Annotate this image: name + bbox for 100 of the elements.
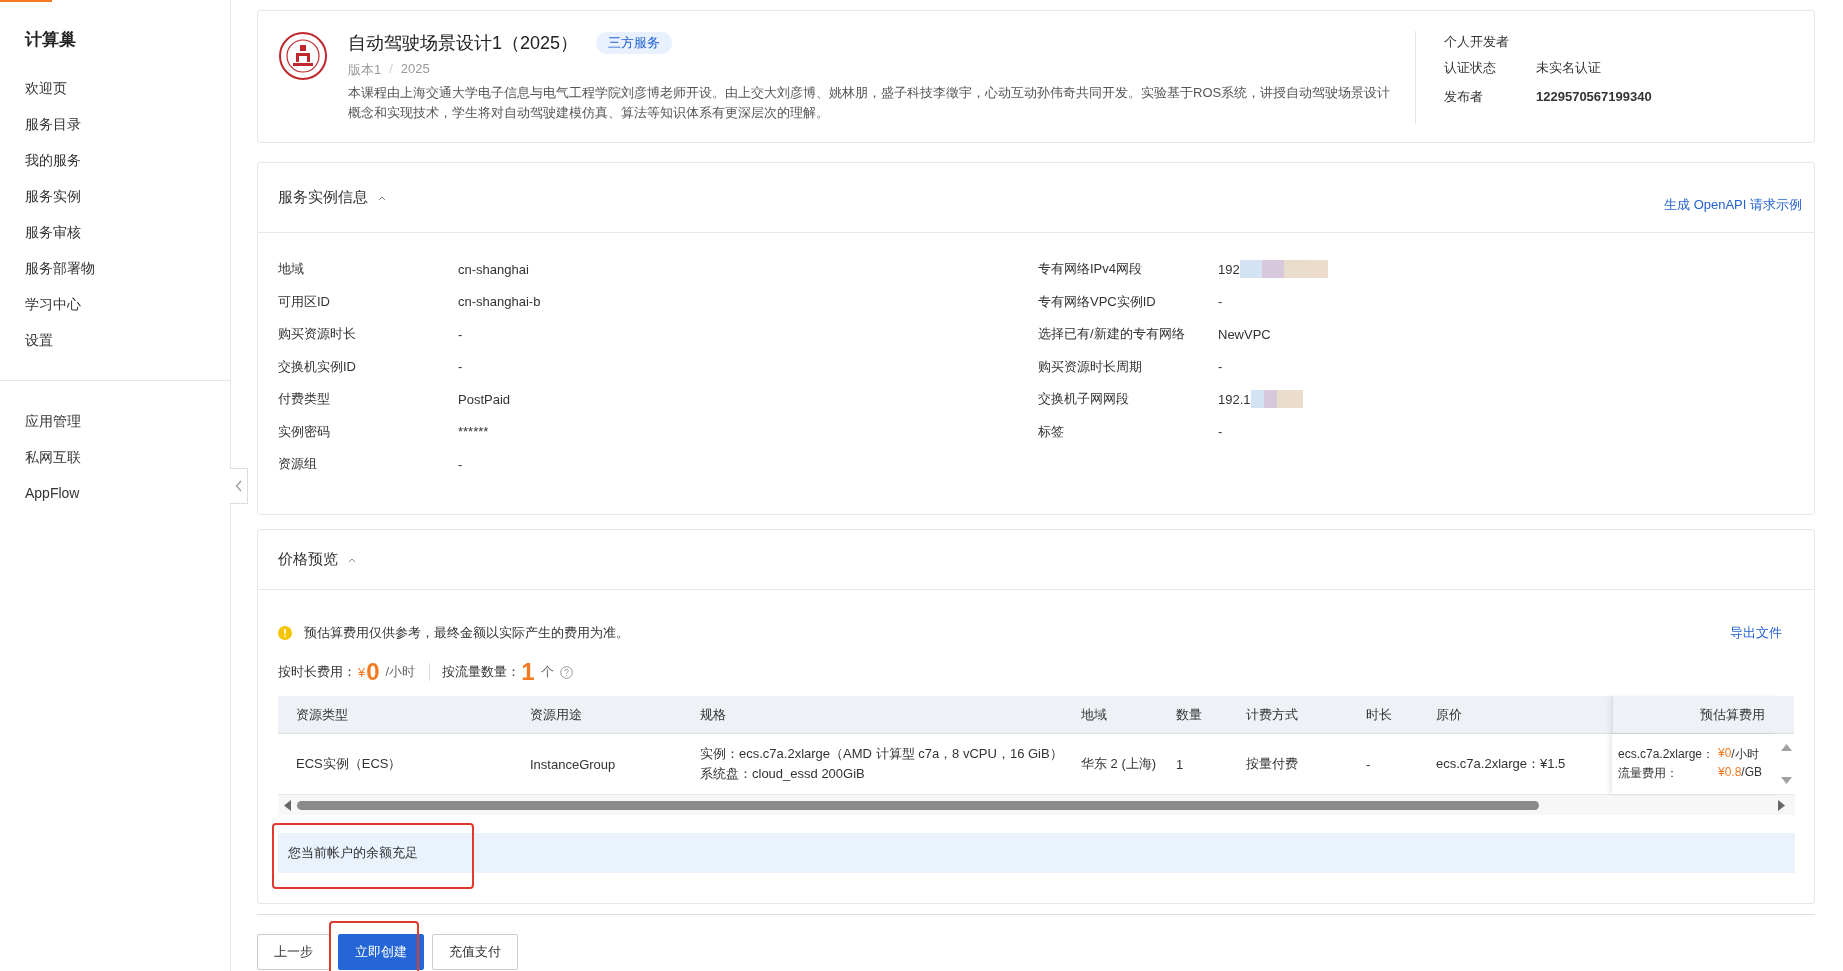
info-label: 资源组 bbox=[278, 455, 318, 474]
service-description: 本课程由上海交通大学电子信息与电气工程学院刘彦博老师开设。由上交大刘彦博、姚林朋，盛子科技李徵宇，心动互动孙伟奇共同开发。实验基于ROS系统，讲授自动驾驶场景设计概念和实现技术，学生将对自动驾驶建模仿真、算法等知识体系有更深层次的理解。 bbox=[348, 84, 1392, 122]
column-header: 规格 bbox=[699, 705, 727, 724]
balance-notice: 您当前帐户的余额充足 bbox=[278, 833, 1795, 873]
info-label: 专有网络VPC实例ID bbox=[1038, 292, 1157, 311]
estimate-unit: /GB bbox=[1741, 765, 1763, 781]
count-unit: 个 bbox=[540, 663, 554, 681]
field-value: 1229570567199340 bbox=[1536, 89, 1652, 104]
sidebar-item[interactable]: 服务实例 bbox=[0, 178, 230, 214]
sidebar-item[interactable]: 应用管理 bbox=[0, 403, 230, 439]
info-value: cn-shanghai-b bbox=[458, 294, 541, 310]
service-title: 自动驾驶场景设计1（2025） bbox=[348, 32, 579, 55]
info-label: 交换机实例ID bbox=[278, 357, 357, 376]
summary-label: 按流量数量： bbox=[442, 663, 521, 681]
caret-up-icon[interactable] bbox=[348, 556, 356, 563]
price-notice: 预估算费用仅供参考，最终金额以实际产生的费用为准。 bbox=[304, 624, 629, 642]
info-value: - bbox=[458, 326, 463, 342]
info-label: 交换机子网网段 bbox=[1038, 390, 1130, 409]
section-title: 服务实例信息 bbox=[278, 188, 368, 207]
info-label: 标签 bbox=[1038, 422, 1065, 441]
info-label: 购买资源时长周期 bbox=[1038, 357, 1143, 376]
column-header: 原价 bbox=[1435, 705, 1463, 724]
field-label: 认证状态 bbox=[1444, 58, 1497, 77]
info-value: 192.1 bbox=[1218, 391, 1251, 407]
service-tag: 三方服务 bbox=[596, 32, 673, 54]
top-accent-bar bbox=[0, 0, 52, 2]
sidebar-title: 计算巢 bbox=[23, 29, 77, 51]
action-button[interactable]: 立即创建 bbox=[338, 934, 424, 970]
field-label: 发布者 bbox=[1444, 87, 1484, 106]
openapi-example-link[interactable]: 生成 OpenAPI 请求示例 bbox=[1664, 195, 1802, 214]
info-label: 地域 bbox=[278, 260, 305, 279]
sidebar-item[interactable]: 服务审核 bbox=[0, 214, 230, 250]
table-cell-text: 系统盘：cloud_essd 200GiB bbox=[700, 765, 866, 783]
estimate-label: 流量费用： bbox=[1618, 765, 1679, 782]
scrollbar-thumb[interactable] bbox=[297, 800, 1539, 810]
info-value: - bbox=[458, 359, 463, 375]
warning-icon bbox=[278, 626, 292, 640]
info-value: NewVPC bbox=[1218, 326, 1271, 342]
table-cell: 实例：ecs.c7a.2xlarge（AMD 计算型 c7a，8 vCPU，16 GiB） bbox=[700, 745, 1063, 763]
info-value: - bbox=[1218, 359, 1223, 375]
scroll-right-icon[interactable] bbox=[1778, 799, 1785, 811]
column-header: 时长 bbox=[1365, 705, 1393, 724]
column-header: 资源用途 bbox=[529, 705, 583, 724]
traffic-count: 1 bbox=[521, 658, 535, 686]
table-cell-text: ecs.c7a.2xlarge：¥1.5 bbox=[1436, 755, 1567, 773]
info-label: 可用区ID bbox=[278, 292, 331, 311]
estimate-price: ¥0 bbox=[1718, 746, 1732, 762]
sidebar-item[interactable]: 学习中心 bbox=[0, 286, 230, 322]
help-icon[interactable] bbox=[559, 665, 573, 679]
sidebar-item[interactable]: 设置 bbox=[0, 322, 230, 358]
sidebar-item[interactable]: 我的服务 bbox=[0, 142, 230, 178]
info-value: PostPaid bbox=[458, 391, 511, 407]
estimate-price: ¥0.8 bbox=[1718, 765, 1742, 781]
column-header: 地域 bbox=[1080, 705, 1108, 724]
info-value: - bbox=[1218, 294, 1223, 310]
info-label: 选择已有/新建的专有网络 bbox=[1038, 325, 1186, 344]
info-label: 专有网络IPv4网段 bbox=[1038, 260, 1143, 279]
info-value: 192 bbox=[1218, 261, 1240, 277]
scroll-up-icon[interactable] bbox=[1780, 744, 1792, 751]
table-cell-text: 1 bbox=[1176, 756, 1185, 772]
version-year: 2025 bbox=[400, 61, 430, 78]
caret-up-icon[interactable] bbox=[378, 194, 386, 201]
field-value: 未实名认证 bbox=[1536, 58, 1601, 77]
section-title: 价格预览 bbox=[278, 550, 338, 569]
table-cell-text: 按量付费 bbox=[1246, 755, 1299, 773]
sidebar-item[interactable]: AppFlow bbox=[0, 475, 230, 511]
table-cell-text: - bbox=[1366, 756, 1372, 772]
estimate-label: ecs.c7a.2xlarge： bbox=[1618, 746, 1716, 763]
info-value: - bbox=[1218, 424, 1223, 440]
info-value: cn-shanghai bbox=[458, 261, 529, 277]
table-cell: 华东 2 (上海) bbox=[1081, 755, 1158, 773]
publisher-type: 个人开发者 bbox=[1444, 33, 1510, 51]
sidebar-item[interactable]: 服务目录 bbox=[0, 106, 230, 142]
export-file-link[interactable]: 导出文件 bbox=[1730, 624, 1782, 642]
currency-symbol: ¥ bbox=[358, 664, 366, 680]
table-cell-text: InstanceGroup bbox=[530, 756, 617, 772]
column-header: 预估算费用 bbox=[1612, 696, 1777, 733]
summary-label: 按时长费用： bbox=[278, 663, 356, 681]
hourly-fee: 0 bbox=[366, 658, 380, 686]
seal-logo-icon bbox=[278, 31, 328, 81]
info-label: 实例密码 bbox=[278, 422, 331, 441]
info-value: ****** bbox=[458, 424, 489, 440]
column-header: 资源类型 bbox=[295, 705, 349, 724]
collapse-handle[interactable] bbox=[230, 468, 248, 504]
version-separator: / bbox=[389, 61, 393, 78]
info-label: 付费类型 bbox=[278, 390, 331, 409]
sidebar-item[interactable]: 私网互联 bbox=[0, 439, 230, 475]
scroll-left-icon[interactable] bbox=[284, 799, 291, 811]
info-value: - bbox=[458, 456, 463, 472]
chevron-left-icon bbox=[234, 480, 243, 492]
action-button[interactable]: 充值支付 bbox=[432, 934, 518, 970]
column-header: 数量 bbox=[1175, 705, 1203, 724]
info-label: 购买资源时长 bbox=[278, 325, 357, 344]
fee-unit: /小时 bbox=[385, 663, 416, 681]
sidebar-item[interactable]: 欢迎页 bbox=[0, 70, 230, 106]
column-header: 计费方式 bbox=[1245, 705, 1299, 724]
sidebar-item[interactable]: 服务部署物 bbox=[0, 250, 230, 286]
scroll-down-icon[interactable] bbox=[1780, 777, 1792, 784]
action-button[interactable]: 上一步 bbox=[257, 934, 330, 970]
estimate-unit: /小时 bbox=[1731, 746, 1759, 763]
